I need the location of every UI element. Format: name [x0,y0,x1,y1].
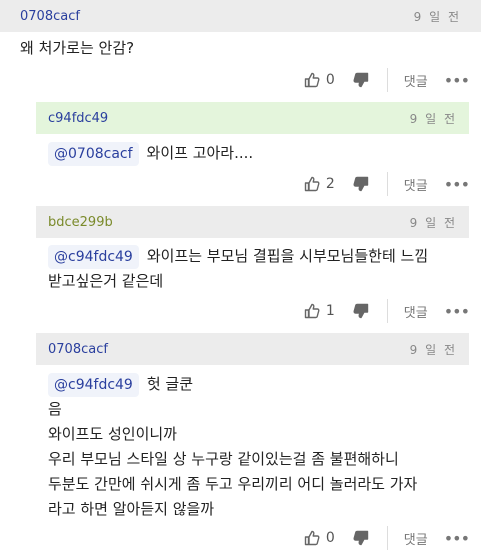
like-button[interactable]: 0 [304,530,353,546]
thumbs-up-icon [304,176,320,192]
thumbs-up-icon [304,530,320,546]
reply-button[interactable]: 댓글 [404,302,428,321]
comment-text: @0708cacf 와이프 고아라.... [48,141,253,166]
like-count: 2 [325,176,335,192]
comment-actions: 1 댓글 ••• [304,299,470,323]
comment-line: 왜 처가로는 안감? [20,39,135,57]
more-options-button[interactable]: ••• [444,175,470,194]
mention-tag[interactable]: @0708cacf [48,142,139,166]
divider [386,172,388,196]
reply-button[interactable]: 댓글 [404,71,428,90]
like-count: 0 [325,530,335,546]
dislike-button[interactable] [353,72,369,88]
comment-header: bdce299b 9 일 전 [36,206,469,238]
mention-tag[interactable]: @c94fdc49 [48,245,139,269]
comment-actions: 0 댓글 ••• [304,526,470,550]
comment-line: 두분도 간만에 쉬시게 좀 두고 우리끼리 어디 놀러라도 가자 [48,475,418,493]
thumbs-up-icon [304,303,320,319]
reply-button[interactable]: 댓글 [404,175,428,194]
thumbs-down-icon [353,303,368,319]
like-count: 0 [325,72,335,88]
comment-time: 9 일 전 [413,9,461,24]
comment-author[interactable]: 0708cacf [20,9,80,24]
comment-author[interactable]: 0708cacf [48,342,108,357]
comment-author[interactable]: c94fdc49 [48,111,108,126]
comment-author[interactable]: bdce299b [48,215,113,230]
thumbs-up-icon [304,72,320,88]
comment-line: 우리 부모님 스타일 상 누구랑 같이있는걸 좀 불편해하니 [48,450,399,468]
like-button[interactable]: 1 [304,303,353,319]
divider [386,526,388,550]
comment-line: 와이프도 성인이니까 [48,425,177,443]
more-options-button[interactable]: ••• [444,71,470,90]
like-button[interactable]: 0 [304,72,353,88]
comment-time: 9 일 전 [409,215,457,230]
comment-actions: 0 댓글 ••• [304,68,470,92]
dislike-button[interactable] [353,530,369,546]
comment-text: @c94fdc49 헛 글쿤 음 와이프도 성인이니까 우리 부모님 스타일 상 … [48,372,417,522]
reply-button[interactable]: 댓글 [404,529,428,548]
comment-header: c94fdc49 9 일 전 [36,102,469,134]
comment-actions: 2 댓글 ••• [304,172,470,196]
like-count: 1 [325,303,335,319]
thumbs-down-icon [353,72,368,88]
dislike-button[interactable] [353,176,369,192]
comment-line: 라고 하면 알아듣지 않을까 [48,500,215,518]
comment-line: 와이프는 부모님 결핍을 시부모님들한테 느낌 [146,247,429,265]
comment-time: 9 일 전 [409,342,457,357]
comment-line: 헛 글쿤 [146,375,194,393]
comment-line: 와이프 고아라.... [146,144,254,162]
comment-line: 음 [48,400,62,418]
thumbs-down-icon [353,530,368,546]
comment-time: 9 일 전 [409,111,457,126]
thumbs-down-icon [353,176,368,192]
divider [386,299,388,323]
comment-line: 받고싶은거 같은데 [48,272,164,290]
comment-text: @c94fdc49 와이프는 부모님 결핍을 시부모님들한테 느낌 받고싶은거 같… [48,244,428,294]
comment-header: 0708cacf 9 일 전 [0,0,481,32]
more-options-button[interactable]: ••• [444,302,470,321]
more-options-button[interactable]: ••• [444,529,470,548]
divider [386,68,388,92]
mention-tag[interactable]: @c94fdc49 [48,373,139,397]
comment-header: 0708cacf 9 일 전 [36,333,469,365]
like-button[interactable]: 2 [304,176,353,192]
dislike-button[interactable] [353,303,369,319]
comment-text: 왜 처가로는 안감? [20,36,134,61]
